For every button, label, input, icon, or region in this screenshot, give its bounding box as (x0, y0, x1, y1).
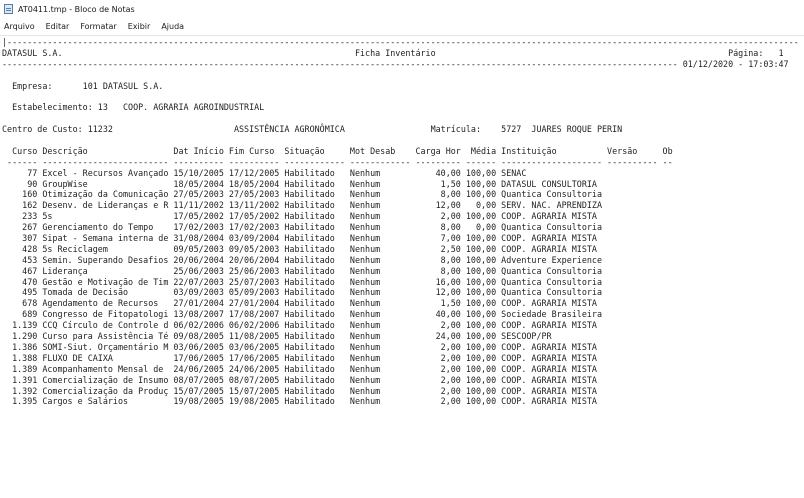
header-rule-bottom: ----------------------------------------… (2, 58, 789, 69)
table-row: 160 Otimização da Comunicação 27/05/2003… (2, 189, 603, 200)
table-row: 1.290 Curso para Assistência Té 09/08/20… (2, 331, 552, 342)
document-text: |---------------------------------------… (0, 36, 804, 407)
table-row: 1.395 Cargos e Salários 19/08/2005 19/08… (2, 396, 597, 407)
table-row: 267 Gerenciamento do Tempo 17/02/2003 17… (2, 222, 603, 233)
header-rule-top: |---------------------------------------… (2, 37, 799, 47)
table-row: 77 Excel - Recursos Avançado 15/10/2005 … (2, 167, 527, 178)
table-row: 1.386 SOMI-Siut. Orçamentário M 03/06/20… (2, 341, 597, 352)
table-row: 162 Desenv. de Lideranças e R 11/11/2002… (2, 200, 603, 211)
menu-ajuda[interactable]: Ajuda (161, 22, 184, 31)
table-row: 467 Liderança 25/06/2003 25/06/2003 Habi… (2, 265, 603, 276)
title-bar[interactable]: AT0411.tmp - Bloco de Notas (0, 0, 804, 18)
report-header: DATASUL S.A. Ficha Inventário Página: 1 (2, 47, 784, 58)
table-row: 1.392 Comercialização da Produç 15/07/20… (2, 385, 597, 396)
menu-formatar[interactable]: Formatar (80, 22, 116, 31)
menu-bar: Arquivo Editar Formatar Exibir Ajuda (0, 18, 804, 36)
table-row: 1.391 Comercialização de Insumo 08/07/20… (2, 374, 597, 385)
menu-exibir[interactable]: Exibir (128, 22, 151, 31)
notepad-icon (4, 4, 13, 14)
column-headers: Curso Descrição Dat Início Fim Curso Sit… (2, 145, 673, 156)
empresa-line: Empresa: 101 DATASUL S.A. (2, 80, 164, 91)
table-row: 495 Tomada de Decisão 03/09/2003 05/09/2… (2, 287, 603, 298)
menu-editar[interactable]: Editar (46, 22, 70, 31)
table-row: 90 GroupWise 18/05/2004 18/05/2004 Habil… (2, 178, 597, 189)
centro-custo-line: Centro de Custo: 11232 ASSISTÊNCIA AGRON… (2, 124, 623, 135)
text-editor-area[interactable]: |---------------------------------------… (0, 36, 804, 498)
window-title: AT0411.tmp - Bloco de Notas (18, 4, 135, 14)
table-row: 678 Agendamento de Recursos 27/01/2004 2… (2, 298, 597, 309)
table-row: 307 Sipat - Semana interna de 31/08/2004… (2, 233, 597, 244)
table-row: 689 Congresso de Fitopatologi 13/08/2007… (2, 309, 603, 320)
table-row: 233 5s 17/05/2002 17/05/2002 Habilitado … (2, 211, 597, 222)
estabelecimento-line: Estabelecimento: 13 COOP. AGRARIA AGROIN… (2, 102, 265, 113)
table-row: 470 Gestão e Motivação de Tim 22/07/2003… (2, 276, 603, 287)
column-underline: ------ ------------------------- -------… (2, 156, 673, 167)
table-row: 1.139 CCQ Círculo de Controle d 06/02/20… (2, 320, 597, 331)
table-row: 1.389 Acompanhamento Mensal de 24/06/200… (2, 363, 597, 374)
table-row: 453 Semin. Superando Desafios 20/06/2004… (2, 254, 603, 265)
table-row: 428 5s Reciclagem 09/05/2003 09/05/2003 … (2, 243, 597, 254)
menu-arquivo[interactable]: Arquivo (4, 22, 35, 31)
table-row: 1.388 FLUXO DE CAIXA 17/06/2005 17/06/20… (2, 352, 597, 363)
